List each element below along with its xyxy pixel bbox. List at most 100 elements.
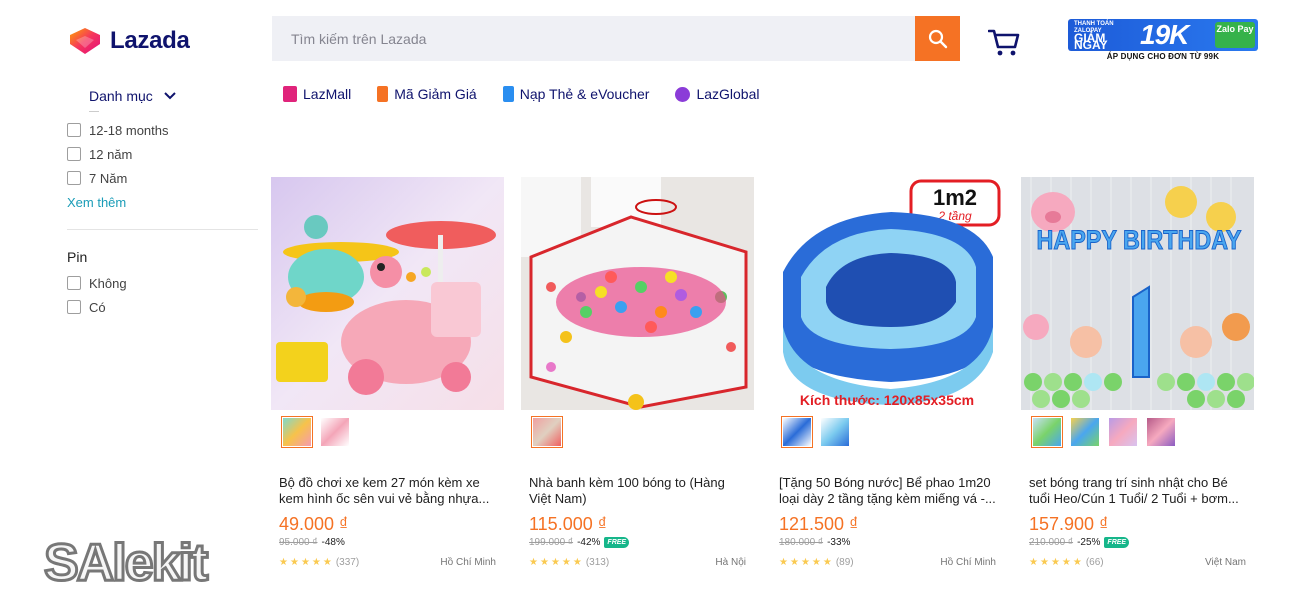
product-image[interactable]: HAPPY BIRTHDAY <box>1021 177 1254 410</box>
pool-size-badge: 1m2 <box>933 185 977 210</box>
seller-location: Hồ Chí Minh <box>940 557 996 568</box>
free-shipping-badge: FREE <box>604 537 630 548</box>
happy-birthday-banner: HAPPY BIRTHDAY <box>1037 225 1242 255</box>
star-icon: ★ <box>300 557 310 568</box>
star-icon: ★ <box>561 557 571 568</box>
checkbox[interactable] <box>67 171 81 185</box>
variant-list <box>771 416 1004 448</box>
nav-vouchers-label: Mã Giảm Giá <box>394 86 477 102</box>
original-price: 210.000 ₫ <box>1029 537 1074 548</box>
variant-list <box>271 416 504 448</box>
star-icon: ★ <box>311 557 321 568</box>
product-card[interactable]: HAPPY BIRTHDAY set bóng trang trí sinh n… <box>1021 177 1254 577</box>
ice-cream-cart-toy-image <box>276 215 496 395</box>
product-title[interactable]: [Tặng 50 Bóng nước] Bể phao 1m20 loại dà… <box>771 475 1004 507</box>
pool-dimensions-text: Kích thước: 120x85x35cm <box>800 392 974 408</box>
top-nav: LazMall Mã Giảm Giá Nạp Thẻ & eVoucher L… <box>283 86 759 102</box>
logo-text: Lazada <box>110 27 190 54</box>
category-label: Danh mục <box>89 88 153 104</box>
star-icon: ★ <box>800 557 810 568</box>
filter-option-label: 12 năm <box>89 146 133 162</box>
product-image[interactable]: 1m2 2 tầng Kích thước: 120x85x35cm <box>771 177 1004 410</box>
inflatable-pool-image: 1m2 2 tầng Kích thước: 120x85x35cm <box>783 179 1001 408</box>
search-icon <box>928 29 947 48</box>
checkbox[interactable] <box>67 300 81 314</box>
filter-battery-option[interactable]: Có <box>67 295 258 319</box>
star-icon: ★ <box>279 557 288 568</box>
cart-icon[interactable] <box>988 27 1020 57</box>
variant-thumb[interactable] <box>1069 416 1101 448</box>
variant-thumb[interactable] <box>819 416 851 448</box>
discount-percent: -25% <box>1077 537 1101 548</box>
promo-amount: 19K <box>1140 19 1189 50</box>
original-price: 95.000 ₫ <box>279 537 318 548</box>
search-input[interactable] <box>272 16 915 61</box>
seller-location: Việt Nam <box>1205 557 1246 568</box>
promo-line2: GIẢM NGAY <box>1074 31 1108 52</box>
variant-thumb[interactable] <box>781 416 813 448</box>
product-title[interactable]: Nhà banh kèm 100 bóng to (Hàng Việt Nam) <box>521 475 754 507</box>
star-icon: ★ <box>529 557 538 568</box>
nav-vouchers[interactable]: Mã Giảm Giá <box>377 86 477 102</box>
filter-option-label: Không <box>89 275 127 291</box>
seller-location: Hồ Chí Minh <box>440 557 496 568</box>
checkbox[interactable] <box>67 147 81 161</box>
product-price: 115.000 ₫ <box>529 514 607 534</box>
filter-battery-option[interactable]: Không <box>67 271 258 295</box>
star-icon: ★ <box>811 557 821 568</box>
rating-stars: ★ ★ ★ ★ ★ (313) <box>529 557 609 568</box>
checkbox[interactable] <box>67 276 81 290</box>
promo-condition: ÁP DỤNG CHO ĐƠN TỪ 99K <box>1106 52 1220 61</box>
product-image[interactable] <box>271 177 504 410</box>
lazada-heart-icon <box>70 28 100 54</box>
lazada-logo[interactable]: Lazada <box>68 26 190 56</box>
star-icon: ★ <box>572 557 582 568</box>
filter-age-option[interactable]: 12-18 months <box>67 118 258 142</box>
star-icon: ★ <box>1039 557 1049 568</box>
rating-count: (66) <box>1085 557 1104 568</box>
nav-lazmall[interactable]: LazMall <box>283 86 351 102</box>
filter-age-option[interactable]: 12 năm <box>67 142 258 166</box>
voucher-icon <box>377 86 389 102</box>
filter-option-label: 12-18 months <box>89 122 169 138</box>
nav-lazglobal[interactable]: LazGlobal <box>675 86 759 102</box>
checkbox[interactable] <box>67 123 81 137</box>
filter-sidebar: 12-18 months 12 năm 7 Năm Xem thêm Pin K… <box>67 118 258 319</box>
product-title[interactable]: set bóng trang trí sinh nhật cho Bé tuổi… <box>1021 475 1254 507</box>
search-button[interactable] <box>915 16 960 61</box>
original-price: 199.000 ₫ <box>529 537 574 548</box>
star-icon: ★ <box>322 557 332 568</box>
see-more-link[interactable]: Xem thêm <box>67 195 126 210</box>
star-icon: ★ <box>779 557 788 568</box>
filter-age-option[interactable]: 7 Năm <box>67 166 258 190</box>
nav-lazglobal-label: LazGlobal <box>696 86 760 102</box>
product-card[interactable]: Bộ đồ chơi xe kem 27 món kèm xe kem hình… <box>271 177 504 577</box>
product-price: 121.500 ₫ <box>779 514 859 534</box>
variant-thumb[interactable] <box>531 416 563 448</box>
divider <box>67 229 258 230</box>
seller-location: Hà Nội <box>715 557 746 568</box>
variant-thumb[interactable] <box>281 416 313 448</box>
filter-option-label: Có <box>89 299 106 315</box>
star-icon: ★ <box>789 557 799 568</box>
variant-thumb[interactable] <box>319 416 351 448</box>
zalopay-promo-banner[interactable]: THANH TOÁN ZALOPAY GIẢM NGAY 19K Zalo Pa… <box>1068 19 1258 63</box>
product-card[interactable]: Nhà banh kèm 100 bóng to (Hàng Việt Nam)… <box>521 177 754 577</box>
variant-thumb[interactable] <box>1145 416 1177 448</box>
chevron-down-icon <box>164 92 176 100</box>
birthday-balloons-image: HAPPY BIRTHDAY <box>1021 177 1254 410</box>
variant-list <box>1021 416 1254 448</box>
variant-thumb[interactable] <box>1031 416 1063 448</box>
product-card[interactable]: 1m2 2 tầng Kích thước: 120x85x35cm [Tặng… <box>771 177 1004 577</box>
discount-percent: -42% <box>577 537 601 548</box>
variant-thumb[interactable] <box>1107 416 1139 448</box>
filter-title-battery: Pin <box>67 249 88 265</box>
product-image[interactable] <box>521 177 754 410</box>
category-dropdown[interactable]: Danh mục <box>89 88 177 104</box>
star-icon: ★ <box>550 557 560 568</box>
search-bar <box>272 16 960 61</box>
star-icon: ★ <box>822 557 832 568</box>
product-title[interactable]: Bộ đồ chơi xe kem 27 món kèm xe kem hình… <box>271 475 504 507</box>
original-price: 180.000 ₫ <box>779 537 824 548</box>
nav-topup[interactable]: Nạp Thẻ & eVoucher <box>502 86 649 102</box>
